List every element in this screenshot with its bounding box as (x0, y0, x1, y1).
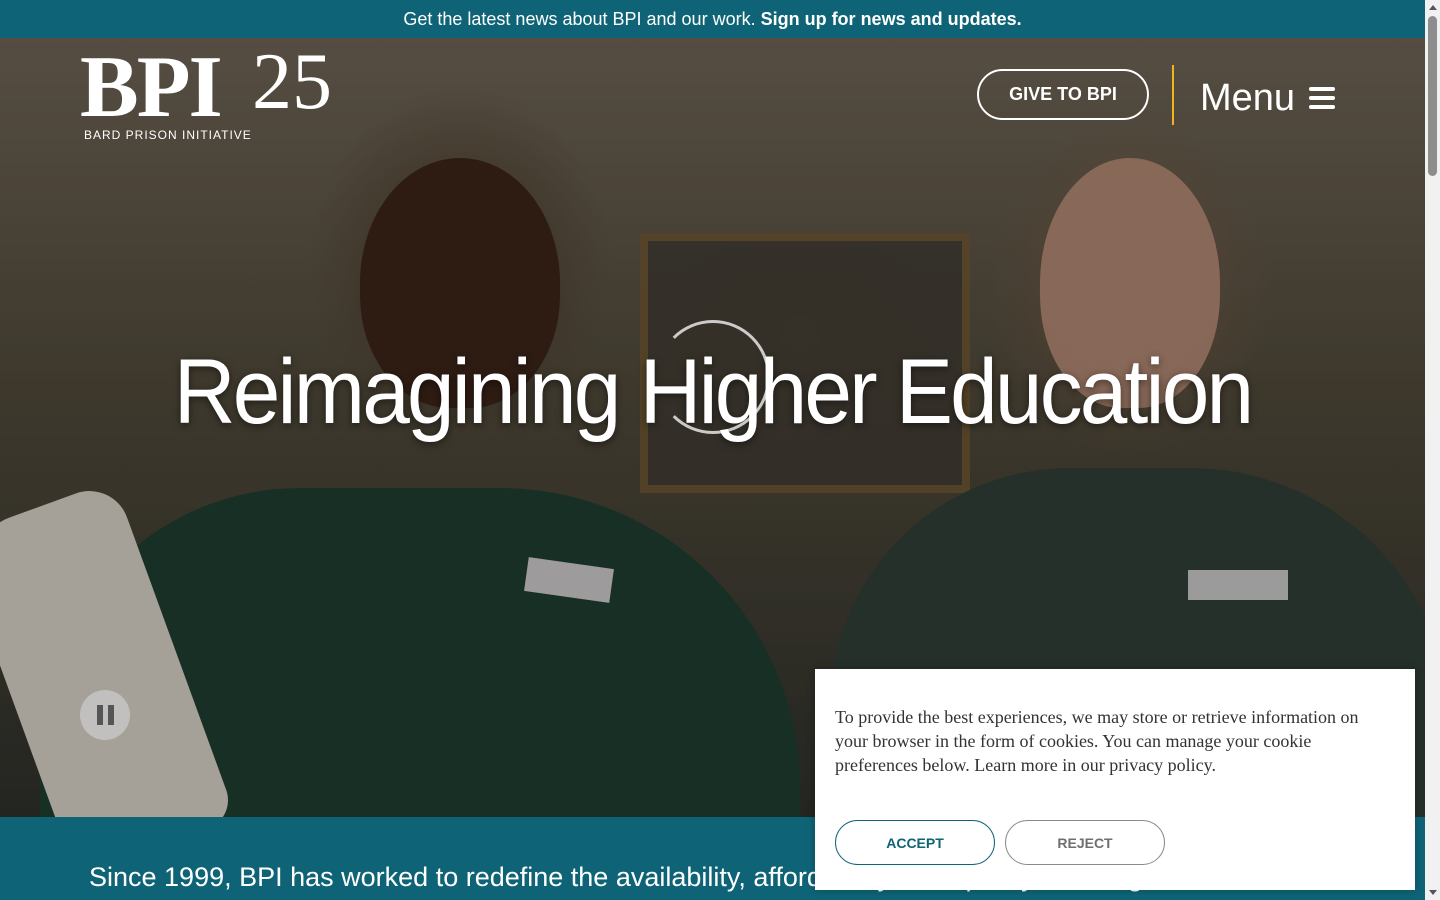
header-divider (1172, 65, 1174, 125)
logo-subtitle: BARD PRISON INITIATIVE (84, 128, 252, 142)
page-scrollbar[interactable] (1425, 0, 1440, 900)
announcement-bar: Get the latest news about BPI and our wo… (0, 0, 1425, 38)
loading-spinner-icon (656, 320, 770, 434)
logo-anniversary-number: 25 (252, 38, 332, 126)
newsletter-signup-link[interactable]: Sign up for news and updates. (761, 9, 1022, 30)
reject-cookies-button[interactable]: REJECT (1005, 820, 1165, 865)
menu-button[interactable]: Menu (1200, 76, 1336, 120)
announcement-text: Get the latest news about BPI and our wo… (403, 8, 756, 29)
cookie-message: To provide the best experiences, we may … (835, 707, 1359, 775)
accept-cookies-button[interactable]: ACCEPT (835, 820, 995, 865)
give-button[interactable]: GIVE TO BPI (977, 69, 1149, 120)
scrollbar-thumb[interactable] (1428, 16, 1437, 176)
hamburger-icon (1309, 87, 1336, 109)
cookie-consent-banner: To provide the best experiences, we may … (815, 669, 1415, 890)
site-logo[interactable]: BPI 25 BARD PRISON INITIATIVE (80, 42, 350, 142)
pause-icon-bar (96, 705, 103, 725)
logo-mark: BPI (80, 39, 223, 136)
scroll-down-icon[interactable] (1429, 890, 1437, 895)
pause-icon-bar (107, 705, 114, 725)
scroll-up-icon[interactable] (1429, 5, 1437, 10)
pause-video-button[interactable] (80, 690, 130, 740)
menu-label: Menu (1200, 76, 1296, 119)
